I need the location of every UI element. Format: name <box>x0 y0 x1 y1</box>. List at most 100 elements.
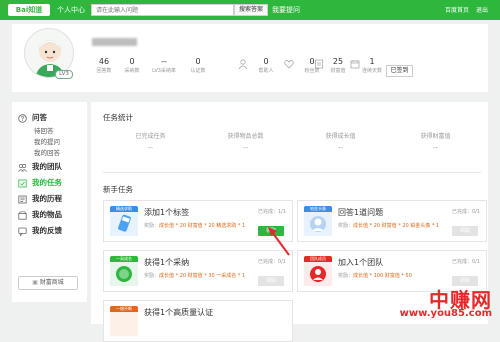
task-progress: 已完成：0/1 <box>451 259 480 265</box>
stat-adopted[interactable]: 0 采纳数 <box>114 57 150 74</box>
sidebar-sub-my-questions[interactable]: 我的提问 <box>12 137 87 148</box>
reward-prefix: 奖励： <box>144 273 160 279</box>
stats-wealth: 获得财富值 -- <box>388 131 483 152</box>
baidu-zhidao-logo[interactable]: Bai知道 <box>8 4 50 16</box>
task-reward: 奖励：成长值 * 20 财富值 * 20 精选求助 * 1 <box>144 223 254 230</box>
sidebar-item-label: 问答 <box>32 113 47 122</box>
claim-button[interactable]: 领取 <box>258 226 284 236</box>
stat-label: LV3采纳率 <box>152 68 176 74</box>
sidebar-item-history[interactable]: 我的历程 <box>12 191 87 207</box>
wealth-mall-label: 财富商城 <box>39 279 64 286</box>
history-icon <box>18 195 27 204</box>
reward-text: 成长值 * 100 财富值 * 50 <box>353 273 412 279</box>
stats-label: 获得财富值 <box>420 133 451 140</box>
task-progress: 已完成：1/1 <box>257 209 286 215</box>
sidebar-item-tasks[interactable]: 我的任务 <box>12 175 87 191</box>
task-card-quality-cert: 一炮不断 获得1个高质量认证 <box>103 300 293 342</box>
stat-num: 0 <box>129 57 135 66</box>
task-title: 回答1道问题 <box>338 208 384 217</box>
baidu-home-link[interactable]: 百度首页 <box>445 7 469 14</box>
task-icon-quality: 一炮不断 <box>110 306 138 336</box>
stat-num: -- <box>161 57 167 66</box>
task-icon-team-member: 团队成员 <box>304 256 332 286</box>
sidebar-item-feedback[interactable]: 我的反馈 <box>12 223 87 239</box>
task-tag: 精选求助 <box>110 206 138 212</box>
sidebar-item-items[interactable]: 我的物品 <box>12 207 87 223</box>
sidebar-item-label: 我的团队 <box>32 162 62 171</box>
checkin-button[interactable]: 已签到 <box>386 65 413 77</box>
task-title: 获得1个采纳 <box>144 258 190 267</box>
task-title: 加入1个团队 <box>338 258 384 267</box>
logout-link[interactable]: 退出 <box>476 7 488 14</box>
watermark: 中赚网 www.you85.com <box>400 284 496 324</box>
task-progress: 已完成：0/1 <box>451 209 480 215</box>
sidebar: 问答 待回答 我的提问 我的回答 我的团队 我的任务 我的历程 我的物品 我的反… <box>12 102 87 302</box>
reward-prefix: 奖励： <box>338 223 354 229</box>
box-icon <box>18 211 27 220</box>
task-icon-platinum-avatar: 铂金头像 <box>304 206 332 236</box>
sidebar-sub-my-answers[interactable]: 我的回答 <box>12 148 87 159</box>
newbie-tasks-title: 新手任务 <box>103 185 133 194</box>
sidebar-sub-pending[interactable]: 待回答 <box>12 126 87 137</box>
sidebar-item-team[interactable]: 我的团队 <box>12 159 87 175</box>
stats-value: -- <box>337 144 344 152</box>
feedback-icon <box>18 227 27 236</box>
task-tag: 一采成名 <box>110 256 138 262</box>
task-progress: 已完成：0/1 <box>257 259 286 265</box>
stats-label: 获得物品总数 <box>227 133 264 140</box>
ask-question-link[interactable]: 我要提问 <box>272 5 300 15</box>
stat-label: 帮助人 <box>258 68 274 74</box>
task-reward: 奖励：成长值 * 20 财富值 * 20 铂金头像 * 1 <box>338 223 448 230</box>
top-nav-bar: Bai知道 个人中心 搜索答案 我要提问 百度首页 退出 <box>0 0 500 20</box>
reward-prefix: 奖励： <box>338 273 354 279</box>
task-icon-select-help: 精选求助 <box>110 206 138 236</box>
claim-button-disabled[interactable]: 领取 <box>258 276 284 286</box>
stat-certifications[interactable]: 0 认证数 <box>180 57 216 74</box>
stat-adoption-rate[interactable]: -- LV3采纳率 <box>146 57 182 74</box>
sidebar-item-label: 我的反馈 <box>32 226 62 235</box>
task-stats-title: 任务统计 <box>103 113 133 122</box>
sidebar-item-label: 我的任务 <box>32 178 62 187</box>
stat-label: 采纳数 <box>124 68 140 74</box>
wealth-mall-button[interactable]: ▣ 财富商城 <box>18 276 78 290</box>
reward-text: 成长值 * 20 财富值 * 30 一采成名 * 1 <box>159 273 246 279</box>
stats-growth: 获得成长值 -- <box>293 131 388 152</box>
task-reward: 奖励：成长值 * 20 财富值 * 30 一采成名 * 1 <box>144 273 254 280</box>
stat-num: 0 <box>195 57 201 66</box>
level-badge: LV3 <box>55 70 73 79</box>
sidebar-item-label: 我的物品 <box>32 210 62 219</box>
stats-value: -- <box>147 144 154 152</box>
stats-completed: 已完成任务 -- <box>103 131 198 152</box>
task-reward: 奖励：成长值 * 100 财富值 * 50 <box>338 273 448 280</box>
task-stats-row: 已完成任务 -- 获得物品总数 -- 获得成长值 -- 获得财富值 -- <box>103 131 483 163</box>
search-input[interactable] <box>91 4 234 16</box>
question-icon <box>18 114 27 123</box>
stat-label: 认证数 <box>190 68 206 74</box>
claim-button-disabled[interactable]: 领取 <box>452 226 478 236</box>
task-tag: 一炮不断 <box>110 306 138 312</box>
stats-value: -- <box>432 144 439 152</box>
personal-center-link[interactable]: 个人中心 <box>57 5 85 15</box>
task-tag: 铂金头像 <box>304 206 332 212</box>
sidebar-item-qa[interactable]: 问答 <box>12 110 87 126</box>
task-title: 获得1个高质量认证 <box>144 308 214 317</box>
task-icon <box>18 179 27 188</box>
stats-label: 已完成任务 <box>135 133 166 140</box>
gift-icon: ▣ <box>32 279 40 286</box>
reward-text: 成长值 * 20 财富值 * 20 精选求助 * 1 <box>159 223 246 229</box>
watermark-url: www.you85.com <box>399 308 492 319</box>
task-icon-adoption: 一采成名 <box>110 256 138 286</box>
username-blurred <box>92 38 137 46</box>
task-title: 添加1个标签 <box>144 208 190 217</box>
search-button[interactable]: 搜索答案 <box>234 4 268 16</box>
reward-prefix: 奖励： <box>144 223 160 229</box>
reward-text: 成长值 * 20 财富值 * 20 铂金头像 * 1 <box>353 223 440 229</box>
divider <box>103 172 481 173</box>
team-icon <box>18 164 27 172</box>
top-right-links: 百度首页 退出 <box>440 5 488 14</box>
stat-helped[interactable]: 0 帮助人 <box>246 57 286 74</box>
task-card-get-adoption: 一采成名 获得1个采纳 已完成：0/1 奖励：成长值 * 20 财富值 * 30… <box>103 250 293 292</box>
task-card-add-tag: 精选求助 添加1个标签 已完成：1/1 奖励：成长值 * 20 财富值 * 20… <box>103 200 293 242</box>
profile-card: LV3 46 回答数 0 采纳数 -- LV3采纳率 0 认证数 0 帮助人 0… <box>12 24 488 92</box>
stat-num: 0 <box>263 57 269 66</box>
